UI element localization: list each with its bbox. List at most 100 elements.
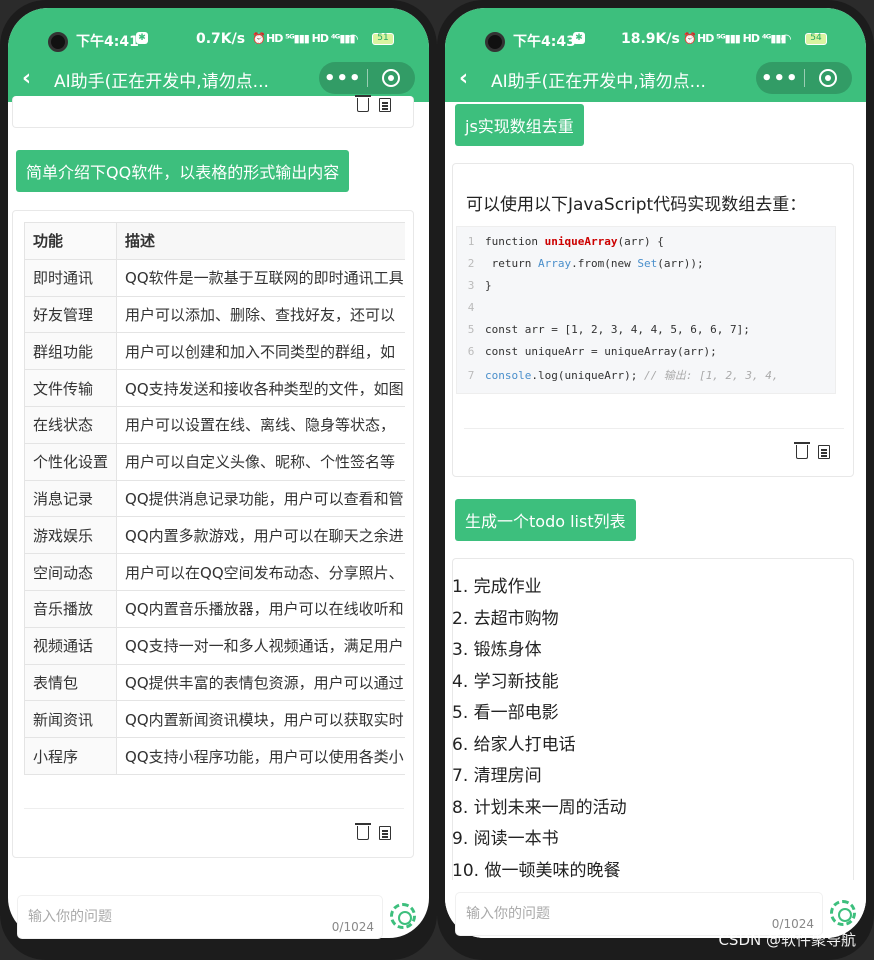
code-line: 2 return Array.from(new Set(arr)); [457, 257, 704, 279]
page-title: AI助手(正在开发中,请勿点... [54, 72, 269, 92]
delete-icon[interactable] [794, 442, 810, 459]
delete-icon[interactable] [355, 95, 371, 112]
code-text: (arr)); [657, 257, 704, 270]
network-speed: 0.7K/s [196, 31, 246, 47]
menu-capsule: ••• [756, 62, 852, 94]
table-cell-feature: 文件传输 [24, 369, 118, 407]
answer-actions-1 [794, 442, 830, 459]
code-text: .from(new [571, 257, 638, 270]
table-header-feature: 功能 [24, 222, 118, 260]
question-bubble-1: js实现数组去重 [455, 104, 584, 146]
table-cell-description: QQ提供丰富的表情包资源，用户可以通过 [116, 663, 405, 702]
table-scroll[interactable]: 功能 描述 即时通讯 QQ软件是一款基于互联网的即时通讯工具 好友管理 用户可以添加、… [24, 222, 405, 776]
table-cell-feature: 空间动态 [24, 553, 118, 591]
answer-actions [355, 823, 391, 840]
char-counter: 0/1024 [331, 920, 374, 934]
code-block[interactable]: 1 function uniqueArray(arr) { 2 return Ar… [456, 226, 836, 394]
signal-icon: HD ⁵ᴳ▮▮▮ HD ⁴ᴳ▮▮▮ [697, 32, 786, 45]
table-cell-feature: 好友管理 [24, 295, 118, 334]
settings-status-icon: ✱ [136, 32, 148, 44]
line-number: 3 [467, 279, 475, 292]
table-cell-description: 用户可以创建和加入不同类型的群组，如 [116, 332, 405, 371]
close-miniprogram-button[interactable] [367, 69, 415, 87]
table-cell-feature: 游戏娱乐 [24, 516, 118, 555]
table-cell-description: QQ内置新闻资讯模块，用户可以获取实时 [116, 700, 405, 739]
table-cell-feature: 音乐播放 [24, 589, 118, 628]
table-cell-description: 用户可以在QQ空间发布动态、分享照片、 [116, 553, 405, 591]
todo-list: 1. 完成作业 2. 去超市购物 3. 锻炼身体 4. 学习新技能 5. 看一部电影 6.… [452, 572, 627, 887]
table-cell-description: QQ支持小程序功能，用户可以使用各类小 [116, 737, 405, 775]
copy-icon[interactable] [818, 445, 830, 459]
table-cell-feature: 小程序 [24, 737, 118, 775]
settings-gear-icon[interactable] [390, 903, 416, 929]
back-icon[interactable]: ‹ [22, 66, 31, 91]
line-number: 5 [467, 323, 475, 336]
more-icon[interactable]: ••• [319, 68, 367, 89]
input-placeholder: 输入你的问题 [28, 909, 112, 925]
settings-gear-icon[interactable] [830, 900, 856, 926]
camera-icon [48, 32, 68, 52]
table-cell-feature: 群组功能 [24, 332, 118, 371]
navbar-right: ‹ AI助手(正在开发中,请勿点... ••• [445, 60, 866, 96]
network-speed: 18.9K/s [621, 31, 680, 47]
phone-left: 下午4:41 ✱ 0.7K/s ⏰ HD ⁵ᴳ▮▮▮ HD ⁴ᴳ▮▮▮ ◠ 51… [0, 0, 437, 960]
code-text: .log(uniqueArr); [531, 369, 644, 382]
answer-intro: 可以使用以下JavaScript代码实现数组去重： [466, 195, 807, 215]
signal-icon: HD ⁵ᴳ▮▮▮ HD ⁴ᴳ▮▮▮ [266, 32, 355, 45]
code-class: Set [637, 257, 658, 270]
table-row: 小程序 QQ支持小程序功能，用户可以使用各类小 [24, 737, 405, 775]
line-number: 6 [467, 345, 475, 358]
code-text: return [485, 257, 538, 270]
menu-capsule: ••• [319, 62, 415, 94]
input-placeholder: 输入你的问题 [466, 906, 550, 922]
line-number: 1 [467, 235, 475, 248]
code-comment: // 输出: [1, 2, 3, 4, [643, 369, 779, 382]
table-cell-description: QQ提供消息记录功能，用户可以查看和管 [116, 479, 405, 518]
table-row: 新闻资讯 QQ内置新闻资讯模块，用户可以获取实时 [24, 700, 405, 739]
battery-icon: 54 [805, 33, 827, 45]
previous-answer-card [12, 96, 414, 128]
close-miniprogram-button[interactable] [804, 69, 852, 87]
more-icon[interactable]: ••• [756, 68, 804, 89]
back-icon[interactable]: ‹ [459, 66, 468, 91]
copy-icon[interactable] [379, 826, 391, 840]
target-icon [819, 69, 838, 87]
code-line: 7 console.log(uniqueArr); // 输出: [1, 2, 3… [457, 367, 779, 389]
copy-icon[interactable] [379, 98, 391, 112]
line-number: 7 [467, 369, 475, 382]
camera-icon [485, 32, 505, 52]
battery-icon: 51 [372, 33, 394, 45]
line-number: 4 [467, 301, 475, 314]
alarm-icon: ⏰ [252, 32, 266, 45]
header-right: 下午4:43 ✱ 18.9K/s ⏰ HD ⁵ᴳ▮▮▮ HD ⁴ᴳ▮▮▮ ◠ 5… [445, 8, 866, 102]
table-cell-description: 用户可以自定义头像、昵称、个性签名等 [116, 442, 405, 481]
line-number: 2 [467, 257, 475, 270]
code-text: const uniqueArr = uniqueArray(arr); [485, 345, 717, 358]
navbar-left: ‹ AI助手(正在开发中,请勿点... ••• [8, 60, 429, 96]
table-cell-feature: 新闻资讯 [24, 700, 118, 739]
table-cell-description: QQ软件是一款基于互联网的即时通讯工具 [116, 258, 405, 297]
code-text: } [485, 279, 492, 292]
question-bubble: 简单介绍下QQ软件，以表格的形式输出内容 [16, 150, 350, 192]
question-input[interactable]: 输入你的问题 0/1024 [18, 896, 382, 938]
delete-icon[interactable] [355, 823, 371, 840]
list-item: 7. 清理房间 [452, 766, 542, 786]
table-row: 视频通话 QQ支持一对一和多人视频通话，满足用户 [24, 626, 405, 665]
table-cell-feature: 在线状态 [24, 405, 118, 444]
table-row: 即时通讯 QQ软件是一款基于互联网的即时通讯工具 [24, 258, 405, 297]
feature-table: 功能 描述 即时通讯 QQ软件是一款基于互联网的即时通讯工具 好友管理 用户可以添加、… [24, 222, 405, 775]
code-line: 5 const arr = [1, 2, 3, 4, 4, 5, 6, 6, 7]… [457, 323, 750, 345]
list-item: 3. 锻炼身体 [452, 640, 542, 660]
table-cell-description: QQ内置多款游戏，用户可以在聊天之余进 [116, 516, 405, 555]
list-item: 2. 去超市购物 [452, 608, 559, 629]
table-cell-feature: 表情包 [24, 663, 118, 702]
table-cell-description: 用户可以添加、删除、查找好友，还可以 [116, 295, 405, 334]
code-text: (arr) { [617, 235, 664, 248]
divider [464, 428, 844, 429]
table-cell-feature: 消息记录 [24, 479, 118, 518]
code-line: 1 function uniqueArray(arr) { [457, 235, 664, 257]
alarm-icon: ⏰ [683, 32, 697, 45]
code-class: Array [537, 257, 572, 270]
status-time: 下午4:41 [76, 34, 139, 50]
table-row: 好友管理 用户可以添加、删除、查找好友，还可以 [24, 295, 405, 334]
